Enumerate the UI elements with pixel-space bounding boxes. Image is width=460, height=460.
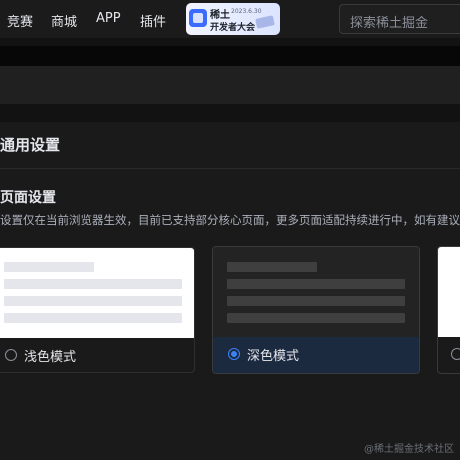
light-option-footer: 浅色模式: [0, 338, 194, 372]
dark-option-footer: 深色模式: [213, 337, 419, 373]
light-preview: [0, 248, 194, 338]
skeleton-line: [227, 262, 317, 272]
radio-light[interactable]: [5, 349, 17, 361]
section-title: 页面设置: [0, 190, 56, 206]
secondary-bar: [0, 66, 460, 104]
skeleton-line: [227, 313, 405, 323]
banner-illustration: [255, 15, 275, 29]
nav-item-competition[interactable]: 竞赛: [7, 11, 33, 30]
section-description: 设置仅在当前浏览器生效，目前已支持部分核心页面，更多页面适配持续进行中，如有建议…: [0, 213, 460, 227]
skeleton-line: [4, 313, 182, 323]
search-input[interactable]: 探索稀土掘金: [339, 4, 460, 34]
conference-banner[interactable]: 稀土 2023.6.30 开发者大会: [186, 3, 280, 35]
system-option-footer: [438, 337, 460, 373]
skeleton-line: [227, 296, 405, 306]
nav-item-plugin[interactable]: 插件: [140, 11, 166, 30]
nav-item-mall[interactable]: 商城: [51, 11, 77, 30]
skeleton-line: [227, 279, 405, 289]
skeleton-line: [4, 262, 94, 272]
header-spacer: [0, 46, 460, 66]
top-navigation: 竞赛 商城 APP 插件 稀土 2023.6.30 开发者大会 探索稀土掘金: [0, 0, 460, 38]
radio-system[interactable]: [451, 348, 460, 360]
divider: [0, 168, 460, 169]
nav-item-app[interactable]: APP: [96, 11, 121, 26]
theme-option-light[interactable]: 浅色模式: [0, 247, 195, 373]
banner-date: 2023.6.30: [231, 8, 262, 15]
search-placeholder: 探索稀土掘金: [350, 16, 429, 31]
logo-icon: [189, 9, 207, 27]
dark-preview: [213, 247, 419, 337]
radio-dark-selected[interactable]: [228, 348, 240, 360]
banner-subtitle: 开发者大会: [210, 23, 256, 33]
skeleton-line: [4, 279, 182, 289]
page-title: 通用设置: [0, 136, 61, 154]
system-preview: [438, 247, 460, 337]
dark-mode-label: 深色模式: [247, 349, 300, 364]
theme-option-dark[interactable]: 深色模式: [212, 246, 420, 374]
watermark: @稀土掘金技术社区: [364, 444, 454, 455]
theme-option-system[interactable]: [437, 246, 460, 374]
banner-title: 稀土: [210, 10, 230, 21]
skeleton-line: [4, 296, 182, 306]
light-mode-label: 浅色模式: [24, 350, 77, 365]
